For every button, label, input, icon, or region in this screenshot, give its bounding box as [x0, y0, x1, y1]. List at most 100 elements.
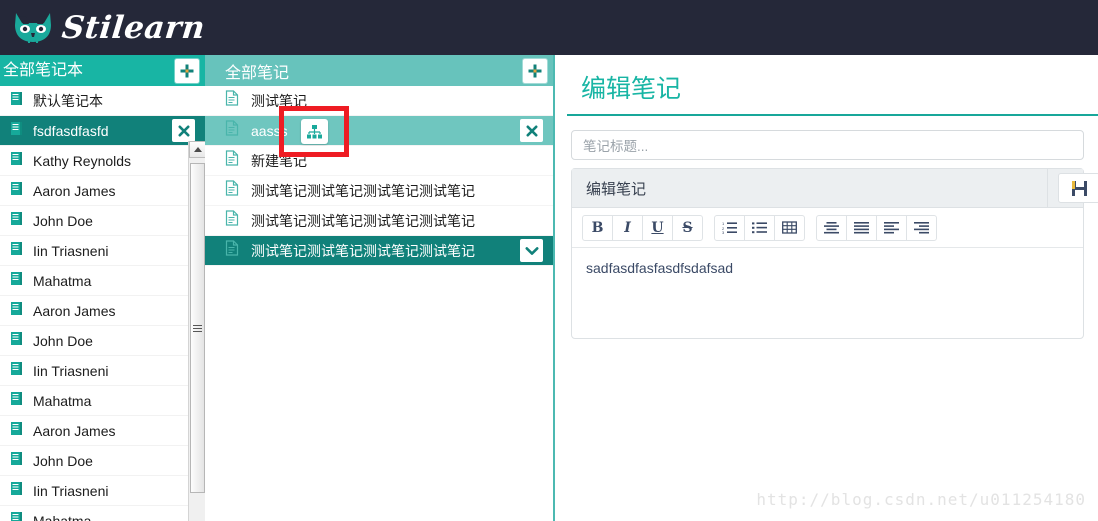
note-list-item[interactable]: aasss — [205, 106, 553, 157]
notebook-icon — [8, 301, 33, 321]
notebook-list-item[interactable]: Iin Triasneni — [0, 356, 205, 386]
toolbar-group-2: 123 — [714, 214, 805, 241]
align-left-icon — [884, 221, 899, 234]
notebook-item-label: Mahatma — [33, 272, 92, 289]
chevron-down-icon — [525, 246, 539, 256]
notebook-item-label: John Doe — [33, 452, 93, 469]
notebook-list-item[interactable]: Iin Triasneni — [0, 476, 205, 506]
editor-card: 编辑笔记 BIUS 123 sadfasdfasfasdfsdafsad — [571, 168, 1098, 339]
brand-logo[interactable]: Stilearn — [0, 9, 207, 46]
notebook-list-item[interactable]: Aaron James — [0, 296, 205, 326]
unordered-list-button[interactable] — [744, 214, 775, 241]
notebook-item-label: Iin Triasneni — [33, 482, 109, 499]
unordered-list-icon — [752, 221, 767, 234]
notebook-item-label: John Doe — [33, 332, 93, 349]
plus-icon — [528, 64, 542, 78]
align-right-icon — [914, 221, 929, 234]
note-list-item[interactable]: 测试笔记测试笔记测试笔记测试笔记 — [205, 236, 553, 266]
notebook-list-item[interactable]: John Doe — [0, 446, 205, 476]
align-left-button[interactable] — [876, 214, 907, 241]
title-divider — [567, 114, 1098, 116]
add-notebook-button[interactable] — [175, 59, 199, 83]
underline-button[interactable]: U — [642, 214, 673, 241]
note-content-area[interactable]: sadfasdfasfasdfsdafsad — [572, 248, 1083, 338]
note-item-label: 测试笔记测试笔记测试笔记测试笔记 — [251, 212, 475, 229]
notebook-icon — [8, 241, 33, 261]
align-justify-button[interactable] — [846, 214, 877, 241]
notebook-icon — [8, 181, 33, 201]
align-center-button[interactable] — [816, 214, 847, 241]
align-center-icon — [824, 221, 839, 234]
notebook-item-label: Iin Triasneni — [33, 362, 109, 379]
note-list-item[interactable]: 测试笔记测试笔记测试笔记测试笔记 — [205, 206, 553, 236]
notebook-item-label: fsdfasdfasfd — [33, 122, 109, 139]
notebook-list-item[interactable]: 默认笔记本 — [0, 86, 205, 116]
close-x-icon — [178, 125, 190, 137]
notebook-item-label: Kathy Reynolds — [33, 152, 132, 169]
table-icon — [782, 221, 797, 234]
notebook-list-item[interactable]: Iin Triasneni — [0, 236, 205, 266]
bold-button[interactable]: B — [582, 214, 613, 241]
notebook-list-item[interactable]: Kathy Reynolds — [0, 146, 205, 176]
notebook-icon — [8, 481, 33, 501]
notes-list[interactable]: 测试笔记 aasss 新建笔记 测试笔记测试笔记测试笔记测试笔记 测试笔记测试笔记测试笔… — [205, 86, 553, 266]
notebook-item-label: Aaron James — [33, 422, 116, 439]
notebooks-scrollbar[interactable] — [188, 141, 205, 521]
add-note-button[interactable] — [523, 59, 547, 83]
scroll-up-button[interactable] — [189, 141, 205, 158]
ordered-list-button[interactable]: 123 — [714, 214, 745, 241]
notebook-list-item[interactable]: Mahatma — [0, 386, 205, 416]
note-list-item[interactable]: 新建笔记 — [205, 146, 553, 176]
align-right-button[interactable] — [906, 214, 937, 241]
note-item-label: 测试笔记测试笔记测试笔记测试笔记 — [251, 242, 475, 259]
notebooks-list[interactable]: 默认笔记本 fsdfasdfasfd Kathy Reynolds Aaron Jam… — [0, 86, 205, 521]
notebook-icon — [8, 91, 33, 111]
notebook-icon — [8, 421, 33, 441]
expand-note-button[interactable] — [520, 239, 543, 262]
save-floppy-icon — [1071, 180, 1088, 197]
delete-notebook-button[interactable] — [172, 119, 195, 142]
close-x-icon — [526, 125, 538, 137]
editor-card-title: 编辑笔记 — [586, 180, 647, 198]
notebook-icon — [8, 391, 33, 411]
notebook-list-item[interactable]: John Doe — [0, 326, 205, 356]
notebook-list-item[interactable]: fsdfasdfasfd — [0, 116, 205, 146]
save-button[interactable] — [1058, 173, 1098, 203]
note-item-label: aasss — [251, 122, 288, 139]
scrollbar-thumb[interactable] — [190, 163, 205, 493]
notebook-list-item[interactable]: Aaron James — [0, 416, 205, 446]
notebook-list-item[interactable]: Aaron James — [0, 176, 205, 206]
table-button[interactable] — [774, 214, 805, 241]
format-toolbar[interactable]: BIUS 123 — [572, 208, 1083, 248]
notebook-list-item[interactable]: John Doe — [0, 206, 205, 236]
notebook-list-item[interactable]: Mahatma — [0, 266, 205, 296]
editor-card-header: 编辑笔记 — [572, 169, 1098, 208]
strikethrough-button[interactable]: S — [672, 214, 703, 241]
notebook-icon — [8, 451, 33, 471]
app-header: Stilearn — [0, 0, 1098, 55]
document-icon — [225, 120, 251, 141]
notebook-icon — [8, 121, 33, 141]
notebook-item-label: Aaron James — [33, 302, 116, 319]
notes-title: 全部笔记 — [225, 64, 290, 82]
notebook-icon — [8, 151, 33, 171]
note-list-item[interactable]: 测试笔记 — [205, 86, 553, 116]
notebook-icon — [8, 511, 33, 521]
italic-button[interactable]: I — [612, 214, 643, 241]
note-title-input[interactable]: 笔记标题... — [571, 130, 1084, 160]
triangle-up-icon — [193, 147, 202, 152]
brand-name: Stilearn — [60, 9, 207, 46]
note-list-item[interactable]: 测试笔记测试笔记测试笔记测试笔记 — [205, 176, 553, 206]
notebook-list-item[interactable]: Mahatma — [0, 506, 205, 521]
delete-note-button[interactable] — [520, 119, 543, 142]
note-tree-button[interactable] — [301, 119, 328, 144]
notebook-item-label: Iin Triasneni — [33, 242, 109, 259]
notebooks-panel: 全部笔记本 默认笔记本 fsdfasdfasfd Kathy Reynolds Aar… — [0, 55, 205, 521]
sitemap-icon — [307, 124, 322, 139]
plus-icon — [180, 64, 194, 78]
toolbar-group-1: BIUS — [582, 214, 703, 241]
notebook-icon — [8, 361, 33, 381]
align-justify-icon — [854, 221, 869, 234]
toolbar-group-3 — [816, 214, 937, 241]
header-divider — [1047, 169, 1048, 208]
